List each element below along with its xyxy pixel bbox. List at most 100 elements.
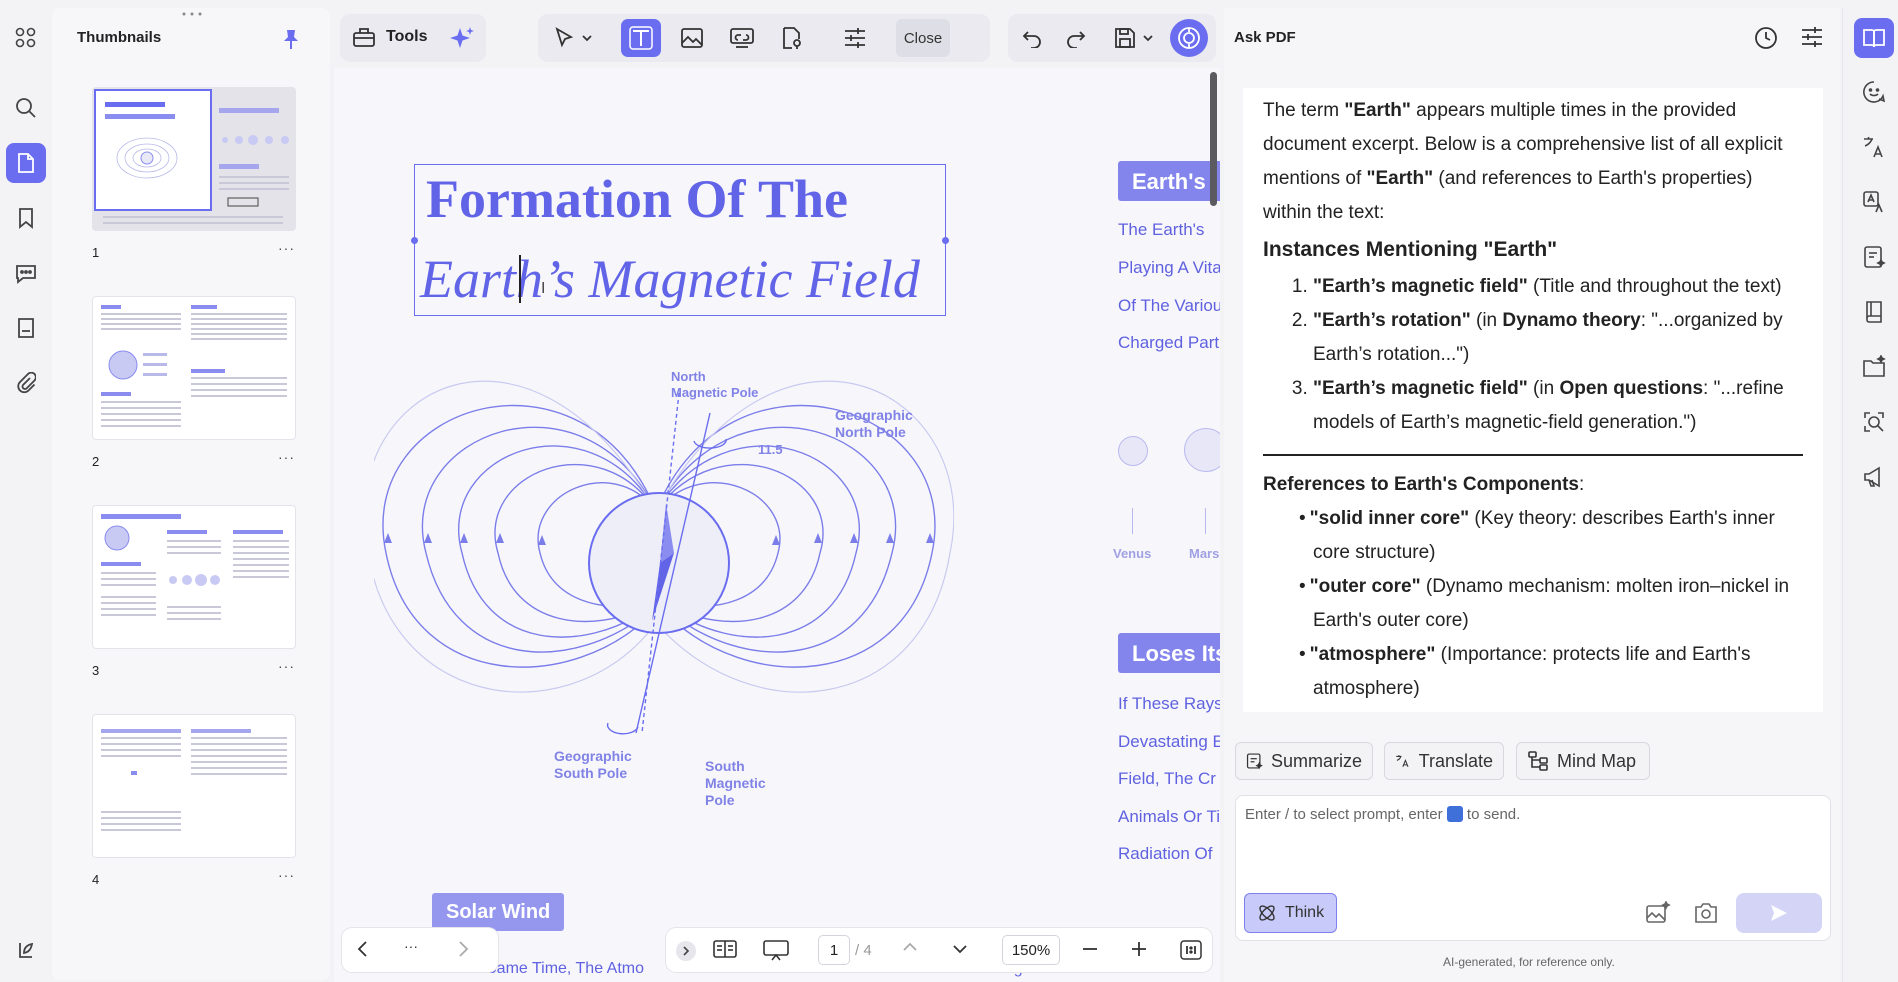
ai-summary-panel-button[interactable]	[1854, 237, 1894, 277]
page-down-button[interactable]	[952, 943, 968, 955]
ai-assistant-button[interactable]	[1170, 19, 1208, 57]
chevron-right-icon	[683, 946, 690, 956]
save-button[interactable]	[1108, 19, 1162, 57]
page-3-more-button[interactable]: ···	[278, 658, 295, 674]
thumbnails-page-icon[interactable]	[6, 143, 46, 183]
form-document-icon[interactable]	[6, 308, 46, 348]
search-document-button[interactable]	[1854, 402, 1894, 442]
summarize-icon	[1246, 753, 1263, 770]
list-item: "Earth’s rotation" (in Dynamo theory: ".…	[1313, 304, 1803, 372]
attachment-icon[interactable]	[6, 363, 46, 403]
translate-button[interactable]: Translate	[1384, 742, 1504, 780]
batch-folder-button[interactable]	[1854, 347, 1894, 387]
next-page-button[interactable]	[456, 940, 470, 958]
link-tool-button[interactable]	[722, 19, 762, 57]
image-tool-button[interactable]	[672, 19, 712, 57]
camera-icon	[1695, 903, 1717, 923]
document-title-line2[interactable]: Earth’s Magnetic Field	[420, 248, 920, 310]
drag-handle-icon[interactable]	[182, 12, 202, 16]
geographic-north-pole-label: Geographic North Pole	[835, 407, 913, 441]
comments-icon[interactable]	[6, 253, 46, 293]
send-icon	[1771, 905, 1787, 921]
document-scrollbar[interactable]	[1210, 72, 1217, 206]
apps-grid-icon[interactable]	[6, 18, 46, 58]
tools-label: Tools	[386, 28, 428, 45]
more-options-button[interactable]: ···	[404, 938, 418, 954]
redo-button[interactable]	[1056, 19, 1096, 57]
redo-icon	[1067, 31, 1086, 48]
page-thumbnail-4[interactable]	[92, 714, 296, 858]
document-viewport[interactable]: Formation Of The Earth’s Magnetic Field …	[334, 68, 1220, 982]
search-icon[interactable]	[6, 88, 46, 128]
page-2-more-button[interactable]: ···	[278, 449, 295, 465]
text-run: :	[1578, 474, 1585, 495]
book-icon	[1866, 301, 1882, 323]
north-magnetic-pole-label: North Magnetic Pole	[671, 369, 758, 401]
book-layout-icon	[713, 940, 737, 958]
mind-map-button[interactable]: Mind Map	[1516, 742, 1650, 780]
select-tool-button[interactable]	[543, 19, 603, 57]
text-run: Open questions	[1559, 378, 1704, 399]
list-item: "solid inner core" (Key theory: describe…	[1310, 502, 1803, 570]
ask-pdf-title: Ask PDF	[1234, 29, 1296, 46]
text-run: "Earth’s magnetic field"	[1313, 378, 1528, 399]
ai-sparkle-icon[interactable]	[449, 26, 475, 52]
previous-page-button[interactable]	[356, 940, 370, 958]
send-button[interactable]	[1736, 893, 1822, 933]
reader-button[interactable]	[1854, 292, 1894, 332]
page-1-more-button[interactable]: ···	[278, 240, 295, 256]
announcements-button[interactable]	[1854, 457, 1894, 497]
zoom-out-button[interactable]	[1082, 941, 1098, 957]
actual-size-button[interactable]	[1180, 940, 1202, 960]
brand-logo-icon[interactable]	[6, 930, 46, 970]
history-button[interactable]	[1754, 26, 1778, 50]
page-thumbnail-3[interactable]	[92, 505, 296, 649]
page-location-icon	[783, 27, 801, 49]
atom-icon	[1259, 905, 1275, 921]
enter-key-icon	[1446, 806, 1463, 822]
pin-icon[interactable]	[281, 28, 301, 50]
text-run: (in	[1527, 378, 1560, 399]
watermark-tool-button[interactable]	[772, 19, 812, 57]
text-run: The term	[1263, 100, 1345, 121]
mars-marker-line	[1205, 508, 1206, 534]
screenshot-button[interactable]	[1693, 901, 1719, 925]
undo-button[interactable]	[1012, 19, 1052, 57]
think-label: Think	[1284, 904, 1325, 921]
section-heading-loses-its: Loses Its	[1118, 633, 1220, 673]
thumbnails-title: Thumbnails	[77, 29, 162, 46]
bookmark-icon[interactable]	[6, 198, 46, 238]
page-4-more-button[interactable]: ···	[278, 867, 295, 883]
page-thumbnail-2[interactable]	[92, 296, 296, 440]
text-edit-tool-button[interactable]	[621, 19, 661, 57]
translate-panel-button[interactable]	[1854, 127, 1894, 167]
resize-handle-right[interactable]	[942, 237, 949, 244]
page-number-input[interactable]: 1	[818, 935, 850, 965]
collapse-bar-button[interactable]	[676, 941, 696, 961]
close-edit-button[interactable]: Close	[896, 19, 950, 57]
presentation-button[interactable]	[762, 938, 790, 962]
page-layout-button[interactable]	[712, 938, 738, 960]
list-item: "Earth’s magnetic field" (Title and thro…	[1313, 270, 1803, 304]
presentation-icon	[763, 940, 789, 961]
ask-pdf-panel-button[interactable]	[1854, 18, 1894, 58]
body-line: Of The Variou	[1118, 296, 1220, 315]
cursor-arrow-icon	[555, 27, 592, 48]
zoom-level-input[interactable]: 150%	[1002, 935, 1060, 965]
ai-chat-button[interactable]	[1854, 72, 1894, 112]
text-tool-icon	[629, 26, 653, 50]
zoom-in-button[interactable]	[1131, 941, 1147, 957]
think-toggle-button[interactable]: Think	[1244, 893, 1337, 933]
chat-settings-button[interactable]	[1800, 26, 1824, 48]
section-heading-solar-wind: Solar Wind	[432, 893, 565, 931]
insert-image-button[interactable]	[1645, 901, 1671, 925]
ocr-translate-button[interactable]	[1854, 182, 1894, 222]
page-up-button[interactable]	[902, 941, 918, 953]
response-intro: The term "Earth" appears multiple times …	[1263, 94, 1803, 230]
tools-button[interactable]: Tools	[352, 26, 427, 48]
resize-handle-left[interactable]	[411, 237, 418, 244]
properties-tool-button[interactable]	[835, 19, 875, 57]
document-title-line1[interactable]: Formation Of The	[426, 168, 848, 230]
summarize-button[interactable]: Summarize	[1235, 742, 1373, 780]
page-thumbnail-1[interactable]	[92, 87, 296, 231]
